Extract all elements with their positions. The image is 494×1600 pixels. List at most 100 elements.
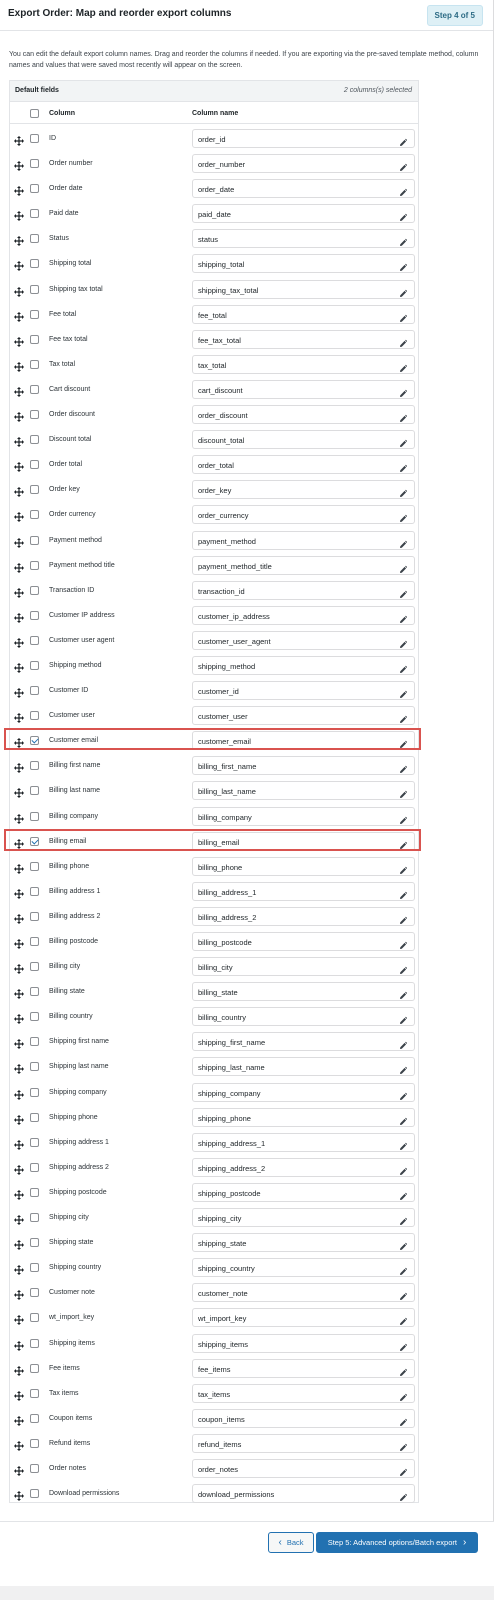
pencil-icon[interactable] <box>399 1062 408 1075</box>
move-arrows-icon[interactable] <box>14 1363 24 1376</box>
column-name-input[interactable]: shipping_city <box>192 1208 415 1228</box>
column-name-input[interactable]: shipping_first_name <box>192 1032 415 1052</box>
column-name-input[interactable]: paid_date <box>192 204 415 224</box>
move-arrows-icon[interactable] <box>14 811 24 824</box>
row-checkbox[interactable] <box>30 535 39 545</box>
row-checkbox[interactable] <box>30 359 39 369</box>
move-arrows-icon[interactable] <box>14 1463 24 1476</box>
row-checkbox[interactable] <box>30 435 39 445</box>
move-arrows-icon[interactable] <box>14 1438 24 1451</box>
move-arrows-icon[interactable] <box>14 886 24 899</box>
move-arrows-icon[interactable] <box>14 635 24 648</box>
pencil-icon[interactable] <box>399 510 408 523</box>
move-arrows-icon[interactable] <box>14 434 24 448</box>
pencil-icon[interactable] <box>399 761 408 774</box>
pencil-icon[interactable] <box>399 360 408 372</box>
row-checkbox[interactable] <box>30 711 39 721</box>
row-checkbox[interactable] <box>30 1413 39 1423</box>
row-checkbox[interactable] <box>30 937 39 946</box>
move-arrows-icon[interactable] <box>14 685 24 699</box>
column-name-input[interactable]: order_notes <box>192 1458 415 1478</box>
move-arrows-icon[interactable] <box>14 585 24 598</box>
pencil-icon[interactable] <box>399 1088 408 1100</box>
row-checkbox[interactable] <box>30 1112 39 1122</box>
row-checkbox[interactable] <box>30 987 39 997</box>
pencil-icon[interactable] <box>399 611 408 623</box>
move-arrows-icon[interactable] <box>14 1312 24 1326</box>
row-checkbox[interactable] <box>30 761 39 771</box>
column-name-input[interactable]: shipping_company <box>192 1082 415 1102</box>
move-arrows-icon[interactable] <box>14 409 24 423</box>
move-arrows-icon[interactable] <box>14 309 24 322</box>
pencil-icon[interactable] <box>399 410 408 423</box>
row-checkbox[interactable] <box>30 184 39 194</box>
pencil-icon[interactable] <box>399 1339 408 1351</box>
pencil-icon[interactable] <box>399 1489 408 1502</box>
move-arrows-icon[interactable] <box>14 1187 24 1200</box>
row-checkbox[interactable] <box>30 811 39 821</box>
column-name-input[interactable]: billing_state <box>192 982 415 1002</box>
column-name-input[interactable]: transaction_id <box>192 580 415 600</box>
row-checkbox[interactable] <box>30 1037 39 1047</box>
row-checkbox[interactable] <box>30 1288 39 1298</box>
column-name-input[interactable]: payment_method_title <box>192 555 415 575</box>
row-checkbox[interactable] <box>30 410 39 420</box>
pencil-icon[interactable] <box>399 711 408 724</box>
pencil-icon[interactable] <box>399 1464 408 1476</box>
row-checkbox[interactable] <box>30 560 39 570</box>
move-arrows-icon[interactable] <box>14 359 24 372</box>
column-name-input[interactable]: shipping_phone <box>192 1107 415 1127</box>
column-name-input[interactable]: customer_user <box>192 706 415 726</box>
row-checkbox[interactable] <box>30 686 39 696</box>
column-name-input[interactable]: shipping_last_name <box>192 1057 415 1077</box>
pencil-icon[interactable] <box>399 485 408 498</box>
move-arrows-icon[interactable] <box>14 535 24 548</box>
pencil-icon[interactable] <box>399 435 408 448</box>
pencil-icon[interactable] <box>399 1364 408 1376</box>
column-name-input[interactable]: order_currency <box>192 505 415 525</box>
pencil-icon[interactable] <box>399 1389 408 1401</box>
row-checkbox[interactable] <box>30 1162 39 1172</box>
move-arrows-icon[interactable] <box>14 911 24 924</box>
pencil-icon[interactable] <box>399 1263 408 1276</box>
move-arrows-icon[interactable] <box>14 258 24 272</box>
move-arrows-icon[interactable] <box>14 735 24 749</box>
column-name-input[interactable]: customer_email <box>192 731 415 751</box>
move-arrows-icon[interactable] <box>14 560 24 573</box>
row-checkbox[interactable] <box>30 836 39 846</box>
row-checkbox[interactable] <box>30 460 39 470</box>
column-name-input[interactable]: billing_address_2 <box>192 906 415 926</box>
pencil-icon[interactable] <box>399 1037 408 1050</box>
column-name-input[interactable]: billing_postcode <box>192 932 415 951</box>
row-checkbox[interactable] <box>30 736 39 746</box>
move-arrows-icon[interactable] <box>14 284 24 297</box>
column-name-input[interactable]: customer_user_agent <box>192 630 415 650</box>
move-arrows-icon[interactable] <box>14 233 24 247</box>
row-checkbox[interactable] <box>30 1363 39 1373</box>
pencil-icon[interactable] <box>399 862 408 874</box>
pencil-icon[interactable] <box>399 335 408 347</box>
move-arrows-icon[interactable] <box>14 1488 24 1502</box>
move-arrows-icon[interactable] <box>14 1112 24 1125</box>
row-checkbox[interactable] <box>30 1388 39 1398</box>
move-arrows-icon[interactable] <box>14 836 24 849</box>
move-arrows-icon[interactable] <box>14 208 24 222</box>
pencil-icon[interactable] <box>399 209 408 222</box>
move-arrows-icon[interactable] <box>14 1061 24 1075</box>
column-name-input[interactable]: billing_email <box>192 831 415 851</box>
pencil-icon[interactable] <box>399 561 408 573</box>
pencil-icon[interactable] <box>399 636 408 648</box>
row-checkbox[interactable] <box>30 134 39 143</box>
row-checkbox[interactable] <box>30 660 39 670</box>
move-arrows-icon[interactable] <box>14 1137 24 1150</box>
row-checkbox[interactable] <box>30 962 39 972</box>
move-arrows-icon[interactable] <box>14 459 24 473</box>
column-name-input[interactable]: download_permissions <box>192 1484 415 1504</box>
move-arrows-icon[interactable] <box>14 961 24 975</box>
row-checkbox[interactable] <box>30 510 39 520</box>
move-arrows-icon[interactable] <box>14 986 24 1000</box>
pencil-icon[interactable] <box>399 134 408 146</box>
move-arrows-icon[interactable] <box>14 1011 24 1025</box>
column-name-input[interactable]: order_total <box>192 455 415 475</box>
row-checkbox[interactable] <box>30 384 39 394</box>
